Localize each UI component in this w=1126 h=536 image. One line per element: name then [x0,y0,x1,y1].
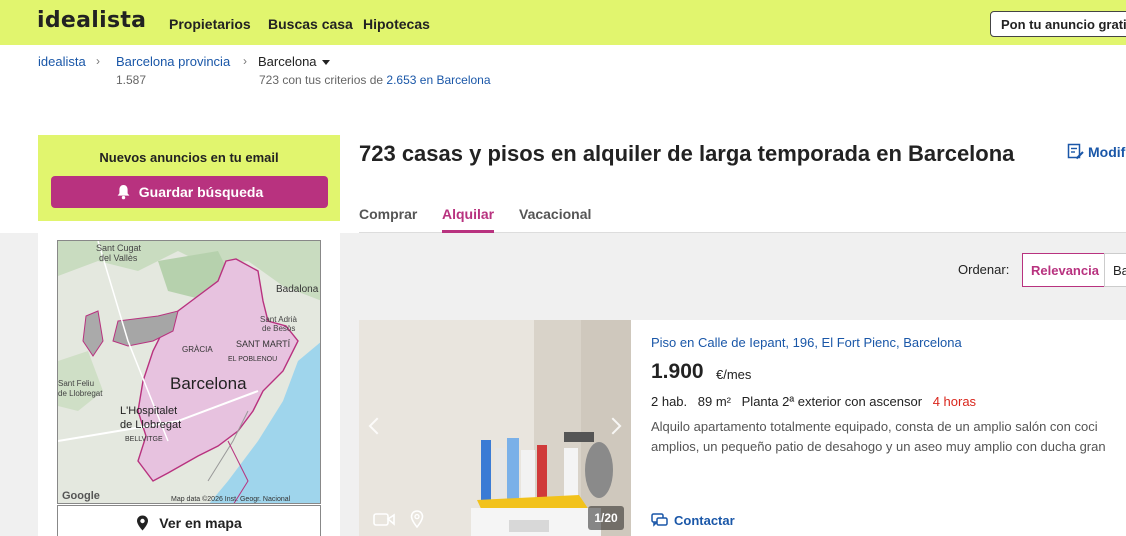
map-label-badalona: Badalona [276,284,319,295]
nav-propietarios[interactable]: Propietarios [169,16,251,32]
map-label-poblenou: EL POBLENOU [228,356,277,363]
listing-photo[interactable]: 1/20 [359,320,631,536]
nav-buscas-casa[interactable]: Buscas casa [268,16,353,32]
active-tab-indicator [442,230,494,233]
contact-button[interactable]: Contactar [651,513,735,528]
tab-alquilar[interactable]: Alquilar [442,206,494,222]
criteria-text: 723 con tus criterios de [259,73,384,87]
photo-counter: 1/20 [588,506,624,530]
idealista-logo[interactable]: idealista [37,8,146,33]
map-label-de-llobregat: de Llobregat [58,389,103,398]
sort-label: Ordenar: [958,262,1010,277]
listing-description: Alquilo apartamento totalmente equipado,… [651,417,1126,457]
view-map-label: Ver en mapa [159,514,242,531]
criteria-summary: 723 con tus criterios de 2.653 en Barcel… [259,73,491,87]
pin-icon [137,515,149,530]
rooms: 2 hab. [651,394,688,409]
tab-comprar[interactable]: Comprar [359,206,417,222]
listing-title[interactable]: Piso en Calle de Iepant, 196, El Fort Pi… [651,335,962,350]
map-label-sant-feliu: Sant Feliu [58,379,94,388]
map-label-de-besos: de Besòs [262,324,295,333]
listing-price: 1.900 [651,360,704,383]
map-label-sant-marti: SANT MARTÍ [236,339,291,349]
breadcrumb-separator: › [96,54,100,68]
sort-relevance-button[interactable]: Relevancia [1022,253,1108,287]
breadcrumb-province[interactable]: Barcelona provincia [116,54,230,69]
listing-details: 2 hab. 89 m² Planta 2ª exterior con asce… [651,394,983,409]
map-label-bellvitge: BELLVITGE [125,436,163,443]
area: 89 m² [697,394,732,409]
price-unit: €/mes [716,367,752,382]
province-count: 1.587 [116,73,147,87]
page-title: 723 casas y pisos en alquiler de larga t… [359,141,1015,166]
edit-search-icon [1067,143,1084,160]
map-graphic: Sant Cugat del Vallès Badalona Sant Adri… [58,241,320,503]
map-label-barcelona: Barcelona [170,374,247,393]
top-bar: idealista Propietarios Buscas casa Hipot… [0,0,1126,45]
map-preview[interactable]: Sant Cugat del Vallès Badalona Sant Adri… [57,240,321,504]
map-label-gracia: GRÀCIA [182,345,213,354]
contact-label: Contactar [674,513,735,528]
chat-icon [651,513,668,527]
map-label-hospitalet-2: de Llobregat [120,419,181,431]
floor: Planta 2ª exterior con ascensor [741,394,923,409]
tab-vacacional[interactable]: Vacacional [519,206,591,222]
map-label-del-valles: del Vallès [99,253,138,263]
map-label-sant-adria: Sant Adrià [260,315,297,324]
post-ad-button[interactable]: Pon tu anuncio gratis [990,11,1126,37]
map-label-hospitalet: L'Hospitalet [120,405,177,417]
description-line: Alquilo apartamento totalmente equipado,… [651,419,1098,434]
map-label-sant-cugat: Sant Cugat [96,243,142,253]
modify-search-link[interactable]: Modificar [1067,143,1126,160]
breadcrumb-separator: › [243,54,247,68]
save-search-button[interactable]: Guardar búsqueda [51,176,328,208]
location-icon[interactable] [404,507,430,531]
modify-label: Modificar [1088,143,1126,160]
alert-title: Nuevos anuncios en tu email [99,150,279,165]
nav-hipotecas[interactable]: Hipotecas [363,16,430,32]
map-attribution: Map data ©2026 Inst. Geogr. Nacional [171,495,291,503]
save-search-label: Guardar búsqueda [138,184,264,200]
breadcrumb-idealista[interactable]: idealista [38,54,86,69]
total-link[interactable]: 2.653 en Barcelona [386,73,490,87]
email-alert-box: Nuevos anuncios en tu email Guardar búsq… [38,135,340,221]
breadcrumb-current[interactable]: Barcelona [258,54,317,69]
description-line: amplios, un pequeño patio de desahogo y … [651,439,1106,454]
publish-time: 4 horas [932,394,977,409]
google-logo: Google [62,490,100,502]
view-map-button[interactable]: Ver en mapa [57,505,321,536]
listing-card[interactable]: 1/20 Piso en Calle de Iepant, 196, El Fo… [359,320,1126,536]
video-icon[interactable] [371,507,397,531]
sort-cheapest-button[interactable]: Baratos [1104,253,1126,287]
chevron-down-icon[interactable] [322,60,330,65]
bell-icon [117,185,130,200]
photo-graphic [359,320,631,536]
